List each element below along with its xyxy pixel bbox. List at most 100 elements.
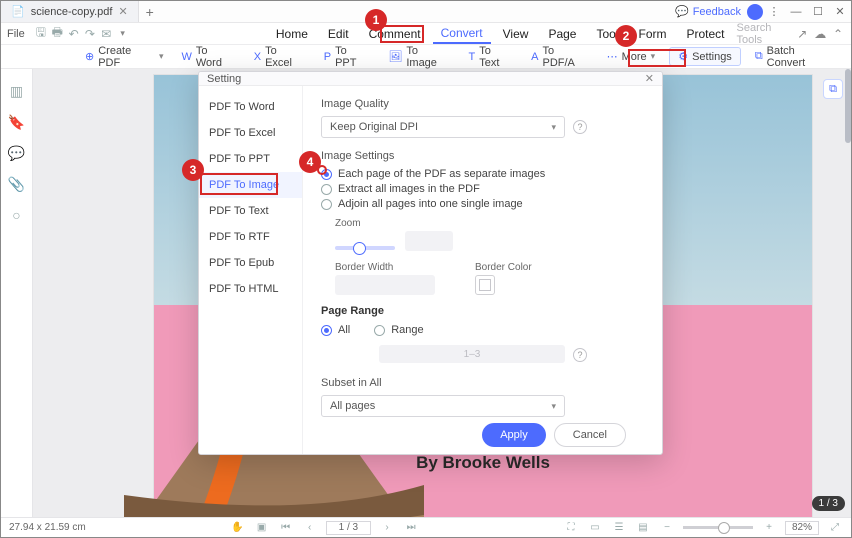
side-pdf-to-ppt[interactable]: PDF To PPT: [199, 146, 302, 172]
radio-icon: [321, 199, 332, 210]
fit-width-icon[interactable]: ⛶: [563, 522, 579, 533]
minimize-button[interactable]: —: [785, 6, 807, 18]
batch-convert-button[interactable]: ⧉Batch Convert: [751, 43, 839, 71]
comments-icon[interactable]: 💬: [8, 145, 25, 162]
fit-page-icon[interactable]: ▭: [587, 522, 603, 533]
vertical-scrollbar[interactable]: [843, 69, 851, 517]
help-icon[interactable]: ?: [573, 120, 587, 134]
range-input[interactable]: 1–3: [379, 345, 565, 363]
to-pdfa-button[interactable]: ATo PDF/A: [527, 43, 592, 71]
menu-convert[interactable]: Convert: [433, 24, 491, 44]
kebab-icon[interactable]: ⋮: [763, 5, 785, 18]
redo-icon[interactable]: ↷: [84, 27, 96, 41]
prev-page-icon[interactable]: ‹: [302, 522, 318, 533]
modal-close-icon[interactable]: ✕: [645, 72, 654, 85]
side-pdf-to-image[interactable]: PDF To Image: [199, 172, 302, 198]
next-page-icon[interactable]: ›: [379, 522, 395, 533]
attachments-icon[interactable]: 📎: [8, 176, 25, 193]
zoom-out-icon[interactable]: −: [659, 522, 675, 533]
document-tab[interactable]: 📄 science-copy.pdf ✕: [1, 1, 139, 22]
to-image-button[interactable]: 🖼To Image: [384, 43, 454, 71]
collapse-ribbon-icon[interactable]: ⌃: [831, 27, 845, 41]
opt-each-page[interactable]: Each page of the PDF as separate images: [321, 168, 644, 180]
settings-label: Settings: [692, 51, 732, 63]
bookmark-icon[interactable]: 🔖: [8, 114, 25, 131]
image-quality-dropdown[interactable]: Keep Original DPI ▾: [321, 116, 565, 138]
close-window-button[interactable]: ✕: [829, 5, 851, 18]
page-float-button[interactable]: ⧉: [823, 79, 843, 99]
last-page-icon[interactable]: ⏭: [403, 522, 419, 533]
opt-adjoin-pages[interactable]: Adjoin all pages into one single image: [321, 198, 644, 210]
to-excel-label: To Excel: [265, 45, 306, 69]
border-color-label: Border Color: [475, 262, 532, 273]
settings-button[interactable]: ⚙Settings: [669, 47, 741, 66]
add-tab-button[interactable]: +: [139, 4, 161, 20]
view-mode-icon[interactable]: ▤: [635, 522, 651, 533]
side-pdf-to-epub[interactable]: PDF To Epub: [199, 250, 302, 276]
mail-icon[interactable]: ✉: [100, 27, 112, 41]
close-tab-icon[interactable]: ✕: [118, 5, 127, 18]
page-number-input[interactable]: 1 / 3: [326, 521, 371, 535]
menu-home[interactable]: Home: [268, 25, 316, 43]
plus-icon: ⊕: [85, 50, 94, 63]
subset-label: Subset in All: [321, 377, 644, 389]
menu-protect[interactable]: Protect: [678, 25, 732, 43]
search-panel-icon[interactable]: ○: [12, 207, 20, 223]
zoom-in-icon[interactable]: +: [761, 522, 777, 533]
opt-each-label: Each page of the PDF as separate images: [338, 168, 545, 180]
first-page-icon[interactable]: ⏮: [278, 522, 294, 533]
zoom-slider[interactable]: [335, 246, 395, 250]
more-button[interactable]: ⋯More▾: [603, 48, 660, 65]
zoom-slider[interactable]: [683, 526, 753, 529]
border-width-input[interactable]: [335, 275, 435, 295]
menu-view[interactable]: View: [495, 25, 537, 43]
word-icon: W: [181, 51, 191, 63]
border-color-picker[interactable]: [475, 275, 495, 295]
thumbnails-icon[interactable]: ▥: [10, 83, 23, 100]
side-pdf-to-word[interactable]: PDF To Word: [199, 94, 302, 120]
quickaccess-dropdown[interactable]: ▾: [116, 28, 128, 39]
to-excel-button[interactable]: XTo Excel: [250, 43, 310, 71]
subset-dropdown[interactable]: All pages ▾: [321, 395, 565, 417]
side-pdf-to-text[interactable]: PDF To Text: [199, 198, 302, 224]
save-icon[interactable]: 🖫: [35, 23, 47, 44]
maximize-button[interactable]: ☐: [807, 5, 829, 18]
cloud-icon[interactable]: ☁: [813, 27, 827, 41]
cancel-button[interactable]: Cancel: [554, 423, 626, 447]
left-rail: ▥ 🔖 💬 📎 ○: [1, 69, 33, 517]
select-tool-icon[interactable]: ▣: [254, 522, 270, 533]
read-mode-icon[interactable]: ☰: [611, 522, 627, 533]
menu-page[interactable]: Page: [540, 25, 584, 43]
annotation-badge-2: 2: [615, 25, 637, 47]
radio-icon: [321, 325, 332, 336]
fullscreen-icon[interactable]: ⤢: [827, 522, 843, 533]
range-value: 1–3: [464, 349, 481, 360]
menu-form[interactable]: Form: [630, 25, 674, 43]
user-avatar[interactable]: [747, 4, 763, 20]
doc-icon: 📄: [11, 5, 25, 18]
zoom-value-box[interactable]: [405, 231, 453, 251]
scrollbar-thumb[interactable]: [845, 69, 851, 143]
print-icon[interactable]: 🖶: [51, 23, 63, 44]
side-pdf-to-excel[interactable]: PDF To Excel: [199, 120, 302, 146]
undo-icon[interactable]: ↶: [67, 27, 79, 41]
create-pdf-button[interactable]: ⊕Create PDF▾: [81, 43, 167, 71]
zoom-value[interactable]: 82%: [785, 521, 819, 535]
to-word-button[interactable]: WTo Word: [177, 43, 239, 71]
file-menu[interactable]: File: [7, 28, 25, 40]
feedback-button[interactable]: 💬 Feedback: [675, 5, 741, 18]
opt-extract-images[interactable]: Extract all images in the PDF: [321, 183, 644, 195]
apply-button[interactable]: Apply: [482, 423, 546, 447]
side-pdf-to-rtf[interactable]: PDF To RTF: [199, 224, 302, 250]
range-all[interactable]: All: [321, 324, 350, 336]
hand-tool-icon[interactable]: ✋: [230, 522, 246, 533]
to-ppt-button[interactable]: PTo PPT: [320, 43, 375, 71]
share-icon[interactable]: ↗: [795, 27, 809, 41]
modal-content: Image Quality Keep Original DPI ▾ ? Imag…: [303, 86, 662, 455]
side-pdf-to-html[interactable]: PDF To HTML: [199, 276, 302, 302]
help-icon[interactable]: ?: [573, 348, 587, 362]
settings-modal: Setting ✕ PDF To Word PDF To Excel PDF T…: [198, 71, 663, 455]
range-range[interactable]: Range: [374, 324, 423, 336]
menu-edit[interactable]: Edit: [320, 25, 357, 43]
to-text-button[interactable]: TTo Text: [465, 43, 518, 71]
